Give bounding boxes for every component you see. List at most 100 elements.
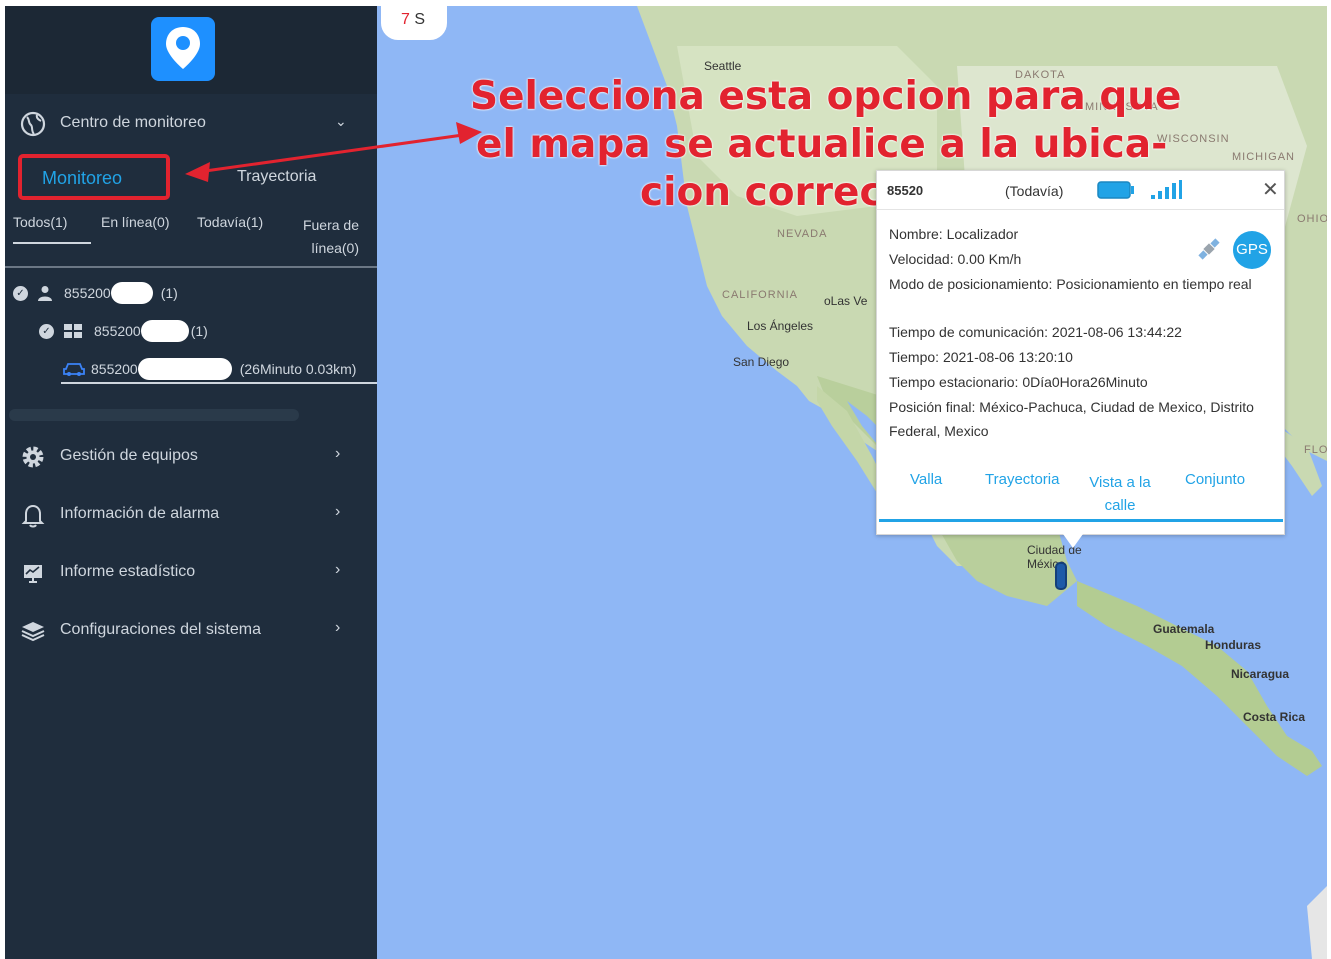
status-filters: Todos(1) En línea(0) Todavía(1) Fuera de… — [5, 210, 377, 268]
nav-system-settings[interactable]: Configuraciones del sistema › — [5, 611, 377, 651]
tree-group-id: 855200 — [94, 323, 141, 339]
monitor-subtabs: Monitoreo Trayectoria — [5, 154, 377, 200]
menu-monitoring-center-label: Centro de monitoreo — [60, 114, 206, 131]
app-logo[interactable] — [151, 17, 215, 81]
layers-icon — [21, 622, 45, 642]
tree-row-group[interactable]: ✓ 855200 (1) — [39, 318, 208, 344]
field-value: 2021-08-06 13:44:22 — [1051, 324, 1182, 340]
tree-device-detail: (26Minuto 0.03km) — [239, 361, 357, 377]
map-label-los-angeles: Los Ángeles — [747, 319, 814, 333]
horizontal-scrollbar[interactable] — [9, 409, 299, 421]
nav-statistics-report[interactable]: Informe estadístico › — [5, 553, 377, 593]
tab-monitoreo[interactable]: Monitoreo — [18, 154, 170, 200]
field-value: 0Día0Hora26Minuto — [1022, 374, 1148, 390]
grid-icon — [64, 324, 82, 338]
popup-field-stationary-time: Tiempo estacionario: 0Día0Hora26Minuto — [889, 371, 1274, 396]
filter-still[interactable]: Todavía(1) — [197, 214, 263, 230]
filter-offline[interactable]: Fuera de línea(0) — [295, 214, 359, 260]
map-label-guatemala: Guatemala — [1153, 622, 1215, 636]
bell-icon — [21, 504, 45, 528]
map-label-nevada: NEVADA — [777, 228, 828, 240]
popup-details: Nombre: Localizador Velocidad: 0.00 Km/h… — [889, 223, 1274, 444]
field-value: Localizador — [946, 226, 1019, 242]
tree-row-account[interactable]: ✓ 855200 (1) — [13, 280, 178, 306]
field-label: Velocidad: — [889, 251, 954, 267]
popup-divider — [877, 209, 1284, 210]
chevron-down-icon: ⌄ — [335, 113, 347, 129]
popup-field-speed: Velocidad: 0.00 Km/h — [889, 248, 1274, 273]
chevron-right-icon: › — [335, 445, 341, 462]
map-label-nicaragua: Nicaragua — [1231, 667, 1290, 681]
tree-group-count: (1) — [190, 323, 208, 339]
signal-icon — [1151, 180, 1182, 199]
map-label-michigan: MICHIGAN — [1232, 151, 1295, 163]
divider — [5, 266, 377, 268]
check-circle-icon[interactable]: ✓ — [13, 285, 28, 301]
tree-device-id: 855200 — [91, 361, 138, 377]
tree-account-id: 855200 — [64, 285, 111, 301]
popup-field-final-position: Posición final: México-Pachuca, Ciudad d… — [889, 396, 1274, 444]
map-label-honduras: Honduras — [1205, 638, 1262, 652]
popup-pointer — [1063, 534, 1083, 548]
chart-icon — [24, 565, 42, 583]
field-label: Nombre: — [889, 226, 943, 242]
filter-online[interactable]: En línea(0) — [101, 214, 169, 230]
field-label: Tiempo estacionario: — [889, 374, 1019, 390]
popup-device-id: 85520 — [887, 183, 924, 198]
device-info-popup: 85520 (Todavía) ✕ GPS Nombre: Localizado… — [876, 170, 1285, 535]
app-window: Centro de monitoreo ⌄ Monitoreo Trayecto… — [0, 0, 1331, 959]
field-value: 2021-08-06 13:20:10 — [942, 349, 1073, 365]
location-pin-icon — [166, 27, 200, 69]
vehicle-marker[interactable] — [1055, 562, 1067, 590]
popup-bottom-bar — [879, 519, 1283, 522]
logo-area — [5, 6, 377, 94]
tree-account-count: (1) — [160, 285, 178, 301]
redacted-mark — [137, 358, 232, 380]
filter-all[interactable]: Todos(1) — [13, 214, 67, 230]
nav-settings-label: Configuraciones del sistema — [60, 621, 261, 638]
battery-icon — [1097, 181, 1134, 199]
field-value: 0.00 Km/h — [957, 251, 1022, 267]
annotation-line-1: Selecciona esta opcion para que — [470, 74, 1182, 119]
check-circle-icon[interactable]: ✓ — [39, 323, 54, 339]
action-fence-link[interactable]: Valla — [910, 471, 942, 488]
popup-status: (Todavía) — [1005, 183, 1064, 199]
map-label-seattle: Seattle — [704, 59, 742, 73]
popup-field-comm-time: Tiempo de comunicación: 2021-08-06 13:44… — [889, 321, 1274, 346]
nav-alarm-info[interactable]: Información de alarma › — [5, 495, 377, 535]
globe-icon — [20, 111, 46, 137]
nav-equipment-management[interactable]: Gestión de equipos › — [5, 437, 377, 477]
tab-trayectoria[interactable]: Trayectoria — [237, 168, 316, 186]
countdown-number: 7 — [401, 11, 410, 28]
tab-monitoreo-label: Monitoreo — [42, 168, 123, 188]
chevron-right-icon: › — [335, 619, 341, 636]
map-label-ohio: OHIO — [1297, 213, 1327, 225]
map-label-florida: FLOR — [1304, 444, 1327, 456]
tree-row-device[interactable]: 855200 (26Minuto 0.03km) — [63, 356, 356, 382]
chevron-right-icon: › — [335, 561, 341, 578]
field-label: Modo de posicionamiento: — [889, 276, 1053, 292]
field-value: Posicionamiento en tiempo real — [1056, 276, 1252, 292]
field-label: Posición final: — [889, 399, 976, 415]
close-icon[interactable]: ✕ — [1262, 177, 1279, 202]
active-filter-underline — [13, 242, 91, 244]
map-label-california: CALIFORNIA — [722, 289, 799, 301]
refresh-countdown[interactable]: 7 S — [381, 6, 447, 40]
nav-equipment-label: Gestión de equipos — [60, 447, 198, 464]
map-label-wisconsin: WISCONSIN — [1157, 133, 1230, 145]
annotation-line-2: el mapa se actualice a la ubica- — [476, 122, 1168, 167]
countdown-unit: S — [414, 11, 426, 28]
action-street-view-link[interactable]: Vista a la calle — [1085, 471, 1155, 517]
menu-monitoring-center[interactable]: Centro de monitoreo ⌄ — [5, 104, 377, 144]
chevron-right-icon: › — [335, 503, 341, 520]
map-label-costa-rica: Costa Rica — [1243, 710, 1306, 724]
car-icon — [63, 363, 85, 376]
action-trajectory-link[interactable]: Trayectoria — [985, 471, 1059, 488]
popup-field-positioning-mode: Modo de posicionamiento: Posicionamiento… — [889, 273, 1274, 321]
action-set-link[interactable]: Conjunto — [1185, 471, 1245, 488]
field-label: Tiempo de comunicación: — [889, 324, 1049, 340]
sidebar: Centro de monitoreo ⌄ Monitoreo Trayecto… — [5, 6, 377, 959]
map-label-las-vegas: oLas Ve — [824, 294, 868, 308]
nav-statistics-label: Informe estadístico — [60, 563, 196, 580]
user-icon — [38, 286, 52, 301]
